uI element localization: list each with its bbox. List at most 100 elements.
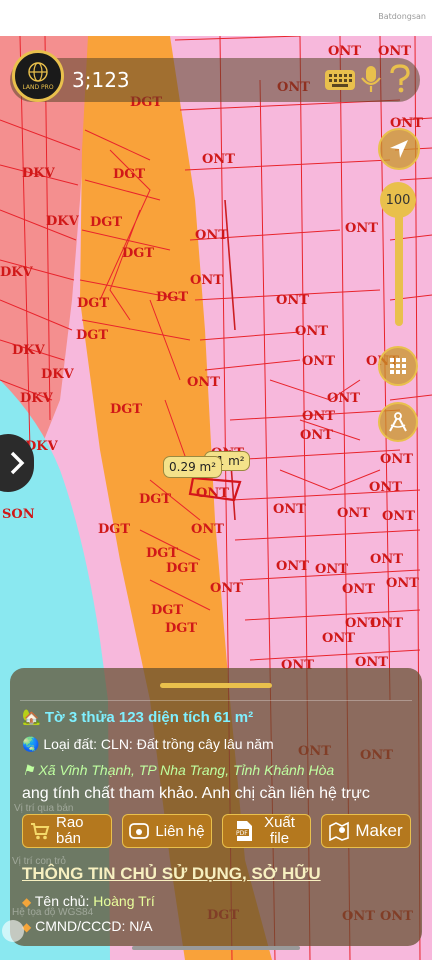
map-zone-label: ONT <box>276 559 309 574</box>
contact-button-label: Liên hệ <box>155 822 205 840</box>
map-zone-label: ONT <box>196 486 229 501</box>
map-zone-label: DKV <box>20 391 54 406</box>
map-zone-label: DGT <box>77 296 109 311</box>
map-zone-label: ONT <box>369 480 402 495</box>
navigation-arrow-icon <box>390 140 408 158</box>
map-zone-label: ONT <box>190 273 223 288</box>
map-zone-label: ONT <box>300 428 333 443</box>
map-zone-label: DGT <box>76 328 108 343</box>
map-zone-label: DKV <box>12 343 46 358</box>
app-logo[interactable]: LAND PRO <box>12 50 64 102</box>
keyboard-icon <box>325 70 355 90</box>
map-zone-label: ONT <box>337 506 370 521</box>
scroll-indicator[interactable] <box>2 920 24 942</box>
area-label-main: 0.29 m² <box>163 456 223 478</box>
owner-section-title: THÔNG TIN CHỦ SỬ DỤNG, SỞ HỮU <box>22 864 321 883</box>
sell-button[interactable]: Rao bán <box>22 814 112 848</box>
map-zone-label: DGT <box>156 290 188 305</box>
map-zone-label: DGT <box>139 492 171 507</box>
map-zone-label: ONT <box>273 502 306 517</box>
zoom-slider-knob[interactable]: 100 <box>380 182 416 218</box>
chevron-right-icon <box>10 451 25 475</box>
map-zone-label: DKV <box>22 166 56 181</box>
map-zone-label: DGT <box>146 546 178 561</box>
contact-button[interactable]: Liên hệ <box>122 814 212 848</box>
map-zone-label: ONT <box>342 582 375 597</box>
parcel-address: ⚑ Xã Vĩnh Thạnh, TP Nha Trang, Tỉnh Khán… <box>22 762 335 778</box>
owner-name-row: ◆ Tên chủ: Hoàng Trí <box>22 893 155 909</box>
map-zone-label: ONT <box>295 324 328 339</box>
map-zone-label: DGT <box>98 522 130 537</box>
divider <box>20 700 412 701</box>
map-zone-label: ONT <box>187 375 220 390</box>
phone-icon <box>129 823 150 839</box>
zoom-slider-track[interactable] <box>395 210 403 326</box>
globe-icon <box>28 62 48 82</box>
id-number-label: CMND/CCCD: <box>35 918 130 934</box>
keyboard-button[interactable] <box>324 68 356 97</box>
compass-button[interactable] <box>378 128 420 170</box>
map-zone-label: ONT <box>327 391 360 406</box>
parcel-title: 🏡 Tờ 3 thửa 123 diện tích 61 m² <box>22 709 254 726</box>
map-zone-label: DKV <box>46 214 80 229</box>
map-zone-label: DGT <box>165 621 197 636</box>
map-zone-label: DGT <box>122 246 154 261</box>
grid-icon <box>390 358 406 374</box>
export-file-label: Xuất file <box>264 814 295 847</box>
diamond-bullet-icon: ◆ <box>22 895 32 909</box>
map-zone-label: ONT <box>191 522 224 537</box>
owner-name-label: Tên chủ: <box>34 893 94 909</box>
id-number-value: N/A <box>129 918 153 934</box>
map-zone-label: DGT <box>110 402 142 417</box>
maker-button-label: Maker <box>355 821 403 840</box>
zoom-level: 100 <box>385 192 411 208</box>
map-zone-label: ONT <box>370 616 403 631</box>
map-zone-label: DGT <box>166 561 198 576</box>
map-zone-label: ONT <box>322 631 355 646</box>
land-type: 🌏 Loại đất: CLN: Đất trồng cây lâu năm <box>22 736 274 752</box>
export-file-button[interactable]: PDF Xuất file <box>222 814 311 848</box>
panel-drag-handle[interactable] <box>160 683 272 688</box>
map-zone-label: ONT <box>382 509 415 524</box>
map-zone-label: DGT <box>90 215 122 230</box>
map-zone-label: ONT <box>345 221 378 236</box>
map-zone-label: ONT <box>202 152 235 167</box>
map-zone-label: ONT <box>210 581 243 596</box>
disclaimer-marquee: ang tính chất tham khảo. Anh chị cần liê… <box>22 785 370 802</box>
owner-name-value: Hoàng Trí <box>93 893 155 909</box>
voice-search-button[interactable] <box>360 64 382 99</box>
status-bar: Batdongsan <box>0 0 432 36</box>
map-zone-label: ONT <box>302 354 335 369</box>
map-zone-label: ONT <box>370 552 403 567</box>
map-zone-label: DKV <box>0 265 34 280</box>
svg-text:PDF: PDF <box>236 830 248 837</box>
map-zone-label: ONT <box>380 452 413 467</box>
measure-tool-button[interactable] <box>378 402 418 442</box>
map-zone-label: DGT <box>113 167 145 182</box>
cart-icon <box>31 823 50 840</box>
question-mark-icon <box>390 64 410 93</box>
map-zone-label: ONT <box>315 562 348 577</box>
map-zone-label: ONT <box>386 576 419 591</box>
logo-label: LAND PRO <box>22 84 54 91</box>
help-button[interactable] <box>388 64 412 99</box>
pdf-file-icon: PDF <box>234 821 252 841</box>
map-zone-label: ONT <box>195 228 228 243</box>
id-number-row: ◆ CMND/CCCD: N/A <box>22 918 153 934</box>
map-zone-label: SON <box>2 507 35 522</box>
map-zone-label: ONT <box>378 44 411 59</box>
compass-drawing-icon <box>389 412 407 432</box>
map-pin-icon <box>329 821 350 841</box>
map-zone-label: ONT <box>302 409 335 424</box>
layers-grid-button[interactable] <box>378 346 418 386</box>
map-zone-label: ONT <box>276 293 309 308</box>
map-zone-label: DKV <box>41 367 75 382</box>
map-zone-label: ONT <box>328 44 361 59</box>
ghost-text-sale-position: Vị trí qua bán <box>14 803 74 814</box>
home-indicator <box>132 946 300 950</box>
search-input[interactable] <box>72 66 312 94</box>
maker-button[interactable]: Maker <box>321 814 411 848</box>
microphone-icon <box>361 66 381 92</box>
sell-button-label: Rao bán <box>56 814 84 847</box>
watermark-text: Batdongsan <box>378 12 426 21</box>
